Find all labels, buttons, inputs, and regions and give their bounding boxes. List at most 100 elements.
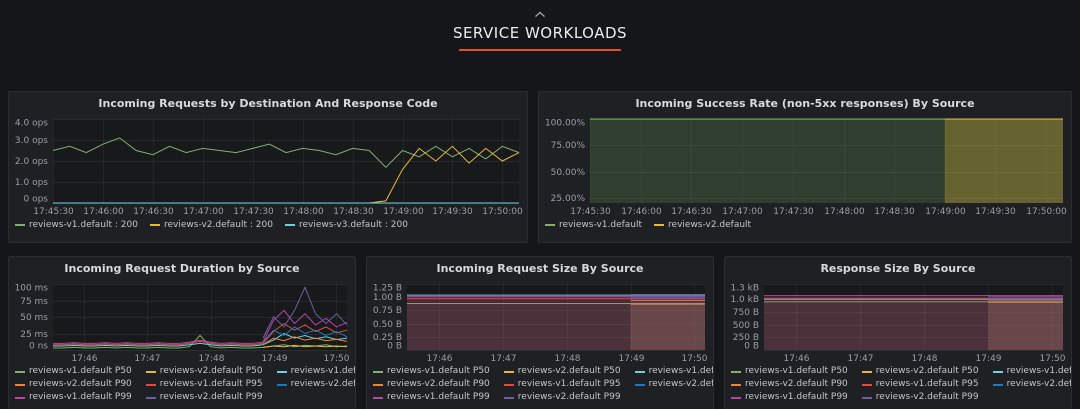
legend-swatch-icon [146, 384, 156, 386]
panel-title[interactable]: Incoming Request Duration by Source [9, 257, 355, 278]
legend-item[interactable]: reviews-v1.default P95 [146, 378, 263, 391]
panel-incoming-requests: Incoming Requests by Destination And Res… [8, 91, 528, 243]
legend-swatch-icon [862, 384, 872, 386]
panel-request-duration: Incoming Request Duration by Source revi… [8, 256, 356, 409]
legend-item[interactable]: reviews-v1.default P95 [862, 378, 979, 391]
row-collapse-button[interactable] [524, 10, 556, 19]
legend-label: reviews-v2.default P99 [518, 391, 621, 404]
legend-swatch-icon [15, 397, 25, 399]
legend-swatch-icon [146, 397, 156, 399]
legend-swatch-icon [862, 397, 872, 399]
panel-title[interactable]: Response Size By Source [725, 257, 1071, 278]
legend-item[interactable]: reviews-v2.default P95 [277, 378, 356, 391]
panel-response-size: Response Size By Source reviews-v1.defau… [724, 256, 1072, 409]
legend-label: reviews-v2.default P99 [876, 391, 979, 404]
legend-label: reviews-v1.default P50 [745, 365, 848, 378]
legend-item[interactable]: reviews-v1.default [545, 219, 642, 232]
legend-swatch-icon [373, 397, 383, 399]
legend-swatch-icon [635, 371, 645, 373]
legend-item[interactable]: reviews-v2.default P99 [504, 391, 621, 404]
legend-label: reviews-v1.default : 200 [29, 219, 138, 232]
legend-item[interactable]: reviews-v2.default P90 [373, 378, 490, 391]
legend-item[interactable]: reviews-v2.default P50 [862, 365, 979, 378]
legend: reviews-v1.default P50reviews-v2.default… [725, 364, 1071, 407]
legend-swatch-icon [504, 371, 514, 373]
incoming-requests-chart[interactable] [9, 113, 527, 217]
legend-label: reviews-v1.default P50 [29, 365, 132, 378]
legend-item[interactable]: reviews-v1.default P50 [15, 365, 132, 378]
legend-label: reviews-v2.default P50 [518, 365, 621, 378]
legend-swatch-icon [993, 371, 1003, 373]
legend-label: reviews-v1.default P90 [1007, 365, 1072, 378]
legend-swatch-icon [545, 224, 555, 226]
request-duration-chart[interactable] [9, 278, 355, 364]
legend-item[interactable]: reviews-v1.default P50 [373, 365, 490, 378]
legend-label: reviews-v2.default P50 [160, 365, 263, 378]
legend-item[interactable]: reviews-v2.default P90 [15, 378, 132, 391]
chevron-up-icon [534, 11, 546, 18]
legend-swatch-icon [654, 224, 664, 226]
legend-item[interactable]: reviews-v1.default P95 [504, 378, 621, 391]
legend: reviews-v1.default : 200 reviews-v2.defau… [9, 217, 527, 235]
legend-item[interactable]: reviews-v2.default P99 [862, 391, 979, 404]
legend-item[interactable]: reviews-v2.default P99 [146, 391, 263, 404]
legend-label: reviews-v1.default P99 [29, 391, 132, 404]
legend-item[interactable]: reviews-v1.default P90 [993, 365, 1072, 378]
legend-item[interactable]: reviews-v2.default P50 [504, 365, 621, 378]
legend-item[interactable]: reviews-v2.default P95 [635, 378, 714, 391]
legend-item[interactable]: reviews-v1.default P50 [731, 365, 848, 378]
legend-item[interactable]: reviews-v1.default P99 [373, 391, 490, 404]
legend-item[interactable]: reviews-v1.default P90 [277, 365, 356, 378]
legend-label: reviews-v2.default P95 [649, 378, 714, 391]
legend-swatch-icon [504, 384, 514, 386]
legend-label: reviews-v1.default P99 [745, 391, 848, 404]
legend-swatch-icon [15, 384, 25, 386]
legend-swatch-icon [731, 397, 741, 399]
dashboard-title: SERVICE WORKLOADS [0, 24, 1080, 42]
legend: reviews-v1.default P50reviews-v2.default… [9, 364, 355, 407]
legend-item[interactable]: reviews-v3.default : 200 [285, 219, 408, 232]
legend-label: reviews-v2.default [668, 219, 751, 232]
panel-success-rate: Incoming Success Rate (non-5xx responses… [538, 91, 1072, 243]
request-size-chart[interactable] [367, 278, 713, 364]
legend-swatch-icon [862, 371, 872, 373]
legend-swatch-icon [150, 224, 160, 226]
legend-swatch-icon [504, 397, 514, 399]
legend-item[interactable]: reviews-v1.default P90 [635, 365, 714, 378]
panel-title[interactable]: Incoming Success Rate (non-5xx responses… [539, 92, 1071, 113]
legend-item[interactable]: reviews-v1.default P99 [731, 391, 848, 404]
dashboard-header: SERVICE WORKLOADS [0, 0, 1080, 51]
response-size-chart[interactable] [725, 278, 1071, 364]
legend-item[interactable]: reviews-v1.default : 200 [15, 219, 138, 232]
legend-label: reviews-v1.default P99 [387, 391, 490, 404]
legend-label: reviews-v2.default : 200 [164, 219, 273, 232]
legend-label: reviews-v1.default P90 [291, 365, 356, 378]
legend-item[interactable]: reviews-v2.default : 200 [150, 219, 273, 232]
legend-swatch-icon [146, 371, 156, 373]
legend: reviews-v1.default P50reviews-v2.default… [367, 364, 713, 407]
legend-item[interactable]: reviews-v2.default P95 [993, 378, 1072, 391]
legend: reviews-v1.default reviews-v2.default [539, 217, 1071, 235]
title-underline [459, 49, 621, 51]
legend-label: reviews-v3.default : 200 [299, 219, 408, 232]
legend-item[interactable]: reviews-v2.default P90 [731, 378, 848, 391]
legend-label: reviews-v1.default P95 [876, 378, 979, 391]
legend-swatch-icon [373, 384, 383, 386]
legend-label: reviews-v1.default P95 [160, 378, 263, 391]
legend-item[interactable]: reviews-v2.default [654, 219, 751, 232]
legend-label: reviews-v1.default P50 [387, 365, 490, 378]
legend-item[interactable]: reviews-v1.default P99 [15, 391, 132, 404]
legend-swatch-icon [635, 384, 645, 386]
legend-label: reviews-v1.default P95 [518, 378, 621, 391]
legend-swatch-icon [277, 384, 287, 386]
legend-label: reviews-v1.default [559, 219, 642, 232]
legend-swatch-icon [15, 224, 25, 226]
legend-label: reviews-v2.default P90 [29, 378, 132, 391]
legend-swatch-icon [277, 371, 287, 373]
legend-swatch-icon [373, 371, 383, 373]
legend-swatch-icon [15, 371, 25, 373]
panel-title[interactable]: Incoming Request Size By Source [367, 257, 713, 278]
panel-title[interactable]: Incoming Requests by Destination And Res… [9, 92, 527, 113]
legend-item[interactable]: reviews-v2.default P50 [146, 365, 263, 378]
success-rate-chart[interactable] [539, 113, 1071, 217]
